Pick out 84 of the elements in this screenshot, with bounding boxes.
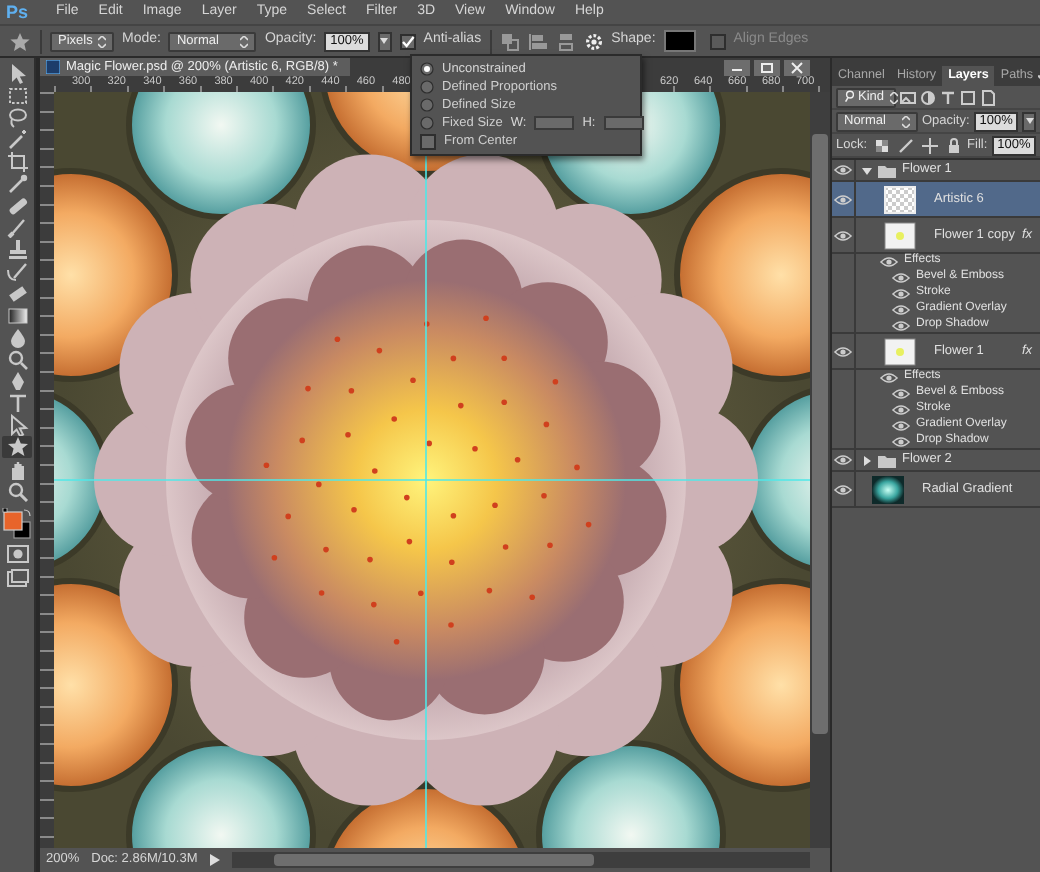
- disclosure-triangle-icon[interactable]: [862, 165, 872, 175]
- padlock-icon[interactable]: [945, 137, 962, 153]
- path-selection-icon[interactable]: [5, 414, 29, 436]
- opacity-arrow-button[interactable]: [377, 31, 392, 51]
- anti-alias-checkbox[interactable]: [399, 33, 416, 49]
- visibility-eye-icon[interactable]: [880, 256, 898, 268]
- star-icon[interactable]: [5, 436, 29, 458]
- radio-button[interactable]: [420, 116, 434, 130]
- checkerboard-lock-icon[interactable]: [873, 137, 890, 153]
- visibility-eye-icon[interactable]: [892, 435, 910, 447]
- color-swatches-drawing[interactable]: [2, 508, 32, 540]
- visibility-eye-icon[interactable]: [892, 420, 910, 432]
- eyedropper-icon[interactable]: [5, 172, 29, 194]
- caret-icon: [901, 115, 910, 127]
- stamp-icon[interactable]: [5, 238, 29, 260]
- visibility-eye-icon[interactable]: [834, 483, 852, 495]
- screen-mode-icon[interactable]: [5, 568, 29, 588]
- radio-button[interactable]: [420, 62, 434, 76]
- type-tool-icon[interactable]: [5, 392, 29, 414]
- minimize-button[interactable]: [724, 59, 750, 75]
- gradient-thumbnail: [872, 475, 904, 503]
- disclosure-triangle-icon[interactable]: [862, 455, 872, 465]
- folder-icon: [878, 163, 896, 177]
- folder-icon: [878, 453, 896, 467]
- path-arrangement-icon[interactable]: [555, 31, 576, 51]
- bandage-icon[interactable]: [5, 194, 29, 216]
- caret-icon: [890, 91, 899, 103]
- maximize-button[interactable]: [754, 59, 780, 75]
- path-operations-icon[interactable]: [499, 31, 520, 51]
- radio-button[interactable]: [420, 80, 434, 94]
- path-alignment-icon[interactable]: [527, 31, 548, 51]
- checkbox[interactable]: [420, 133, 436, 149]
- lasso-icon[interactable]: [5, 106, 29, 128]
- caret-icon: [240, 35, 249, 47]
- visibility-eye-icon[interactable]: [880, 372, 898, 384]
- transparent-thumbnail: [884, 185, 916, 213]
- settings-icon[interactable]: [583, 31, 604, 51]
- shape-picker[interactable]: [663, 30, 696, 52]
- maximize-icon: [760, 61, 774, 73]
- eraser-icon[interactable]: [5, 282, 29, 304]
- quick-mask-icon[interactable]: [5, 544, 29, 564]
- star-icon[interactable]: [8, 31, 32, 51]
- type-filter-icon[interactable]: [940, 89, 956, 105]
- visibility-eye-icon[interactable]: [892, 272, 910, 284]
- wand-icon[interactable]: [5, 128, 29, 150]
- adjustment-filter-icon[interactable]: [920, 89, 936, 105]
- drop-icon[interactable]: [5, 326, 29, 348]
- close-icon: [790, 61, 804, 73]
- visibility-eye-icon[interactable]: [892, 404, 910, 416]
- visibility-eye-icon[interactable]: [834, 454, 852, 466]
- radio-button[interactable]: [420, 98, 434, 112]
- move-lock-icon[interactable]: [921, 137, 938, 153]
- visibility-eye-icon[interactable]: [834, 193, 852, 205]
- opacity-arrow-button[interactable]: [1022, 111, 1036, 131]
- shape-filter-icon[interactable]: [960, 89, 976, 105]
- horizontal-scrollbar[interactable]: [231, 852, 810, 868]
- width-field[interactable]: [534, 116, 575, 130]
- brush-lock-icon[interactable]: [897, 137, 914, 153]
- close-button[interactable]: [784, 59, 810, 75]
- height-field[interactable]: [603, 116, 644, 130]
- visibility-eye-icon[interactable]: [892, 288, 910, 300]
- gradient-icon[interactable]: [5, 304, 29, 326]
- history-brush-icon[interactable]: [5, 260, 29, 282]
- caret-icon: [98, 35, 107, 47]
- visibility-eye-icon[interactable]: [892, 319, 910, 331]
- play-arrow-icon[interactable]: [209, 854, 220, 866]
- brush-icon[interactable]: [5, 216, 29, 238]
- smart-object-filter-icon[interactable]: [980, 89, 996, 105]
- layer-thumbnail: [884, 337, 916, 365]
- zoom-icon[interactable]: [5, 480, 29, 502]
- vertical-scrollbar[interactable]: [810, 92, 830, 848]
- visibility-eye-icon[interactable]: [892, 304, 910, 316]
- app-logo: Ps: [6, 1, 29, 23]
- visibility-eye-icon[interactable]: [834, 164, 852, 176]
- visibility-eye-icon[interactable]: [892, 388, 910, 400]
- crop-icon[interactable]: [5, 150, 29, 172]
- image-filter-icon[interactable]: [900, 89, 916, 105]
- caret-icon: [380, 38, 389, 44]
- marquee-icon[interactable]: [5, 84, 29, 106]
- visibility-eye-icon[interactable]: [834, 229, 852, 241]
- search-icon: [844, 90, 854, 103]
- layer-thumbnail: [884, 221, 916, 249]
- visibility-eye-icon[interactable]: [834, 345, 852, 357]
- caret-icon: [1025, 118, 1034, 124]
